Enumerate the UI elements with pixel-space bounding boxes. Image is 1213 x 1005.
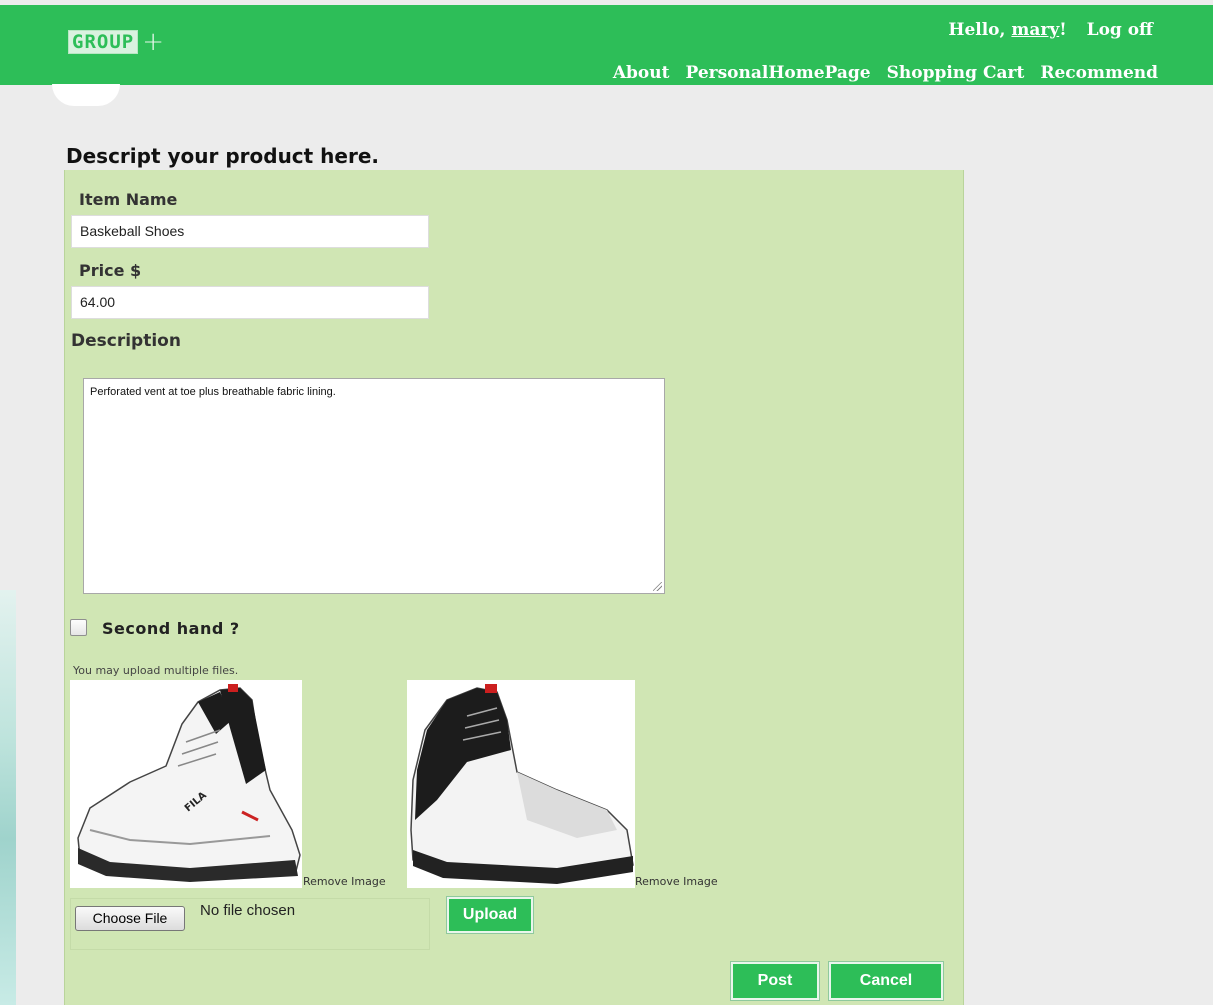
choose-file-button[interactable]: Choose File	[75, 906, 185, 931]
description-text: Perforated vent at toe plus breathable f…	[90, 386, 336, 398]
logo-text: GROUP	[68, 30, 139, 54]
header-bar: GROUP + Hello, mary! Log off About Perso…	[0, 5, 1213, 85]
nav-about[interactable]: About	[613, 63, 670, 83]
main-nav: About PersonalHomePage Shopping Cart Rec…	[613, 63, 1158, 83]
upload-button[interactable]: Upload	[446, 896, 534, 934]
shoe-image-1: FILA	[77, 684, 301, 882]
user-greeting: Hello, mary! Log off	[948, 20, 1153, 40]
description-label: Description	[71, 331, 181, 351]
cancel-button[interactable]: Cancel	[828, 961, 944, 1001]
description-textarea[interactable]: Perforated vent at toe plus breathable f…	[83, 378, 665, 594]
remove-image-1-link[interactable]: Remove Image	[303, 875, 386, 888]
header-tab-decoration	[52, 84, 120, 106]
product-image-1: FILA	[70, 680, 302, 888]
page-title: Descript your product here.	[66, 144, 380, 168]
nav-shopping-cart[interactable]: Shopping Cart	[887, 63, 1025, 83]
upload-hint: You may upload multiple files.	[73, 664, 239, 677]
post-button[interactable]: Post	[730, 961, 820, 1001]
product-form-panel: Item Name Baskeball Shoes Price $ 64.00 …	[64, 170, 964, 1005]
item-name-field[interactable]: Baskeball Shoes	[71, 215, 429, 248]
shoe-image-2	[410, 684, 634, 884]
greeting-prefix: Hello,	[948, 20, 1006, 40]
nav-personal-home-page[interactable]: PersonalHomePage	[686, 63, 871, 83]
price-label: Price $	[79, 261, 142, 280]
username-link[interactable]: mary	[1011, 20, 1059, 40]
no-file-status: No file chosen	[200, 902, 296, 919]
product-image-2	[407, 680, 635, 888]
second-hand-checkbox[interactable]	[70, 619, 87, 636]
second-hand-label: Second hand ?	[102, 619, 240, 638]
left-decoration	[0, 590, 16, 1005]
price-field[interactable]: 64.00	[71, 286, 429, 319]
greeting-suffix: !	[1059, 20, 1067, 40]
nav-recommend[interactable]: Recommend	[1040, 63, 1158, 83]
remove-image-2-link[interactable]: Remove Image	[635, 875, 718, 888]
logoff-link[interactable]: Log off	[1087, 20, 1153, 40]
logo-plus: +	[142, 27, 164, 57]
logo[interactable]: GROUP +	[68, 29, 164, 55]
item-name-label: Item Name	[79, 190, 178, 209]
resize-grip-icon[interactable]	[653, 582, 662, 591]
